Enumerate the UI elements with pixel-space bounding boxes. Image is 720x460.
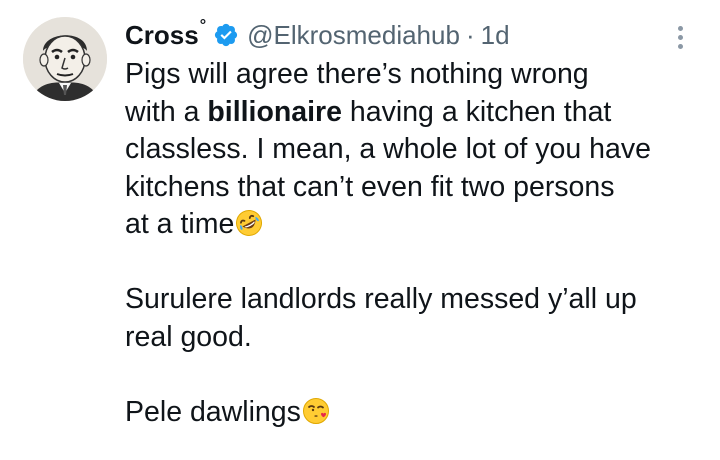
bold-word: billionaire bbox=[207, 95, 342, 128]
verified-badge-icon[interactable] bbox=[213, 22, 239, 48]
rolling-on-floor-laughing-emoji bbox=[235, 209, 263, 237]
tweet-line: real good. bbox=[125, 320, 252, 353]
tweet-line: kitchens that can’t even fit two persons bbox=[125, 170, 615, 203]
display-name[interactable]: Cross bbox=[125, 20, 199, 51]
tweet-line: Surulere landlords really messed y’all u… bbox=[125, 283, 637, 315]
tweet-header: Cross ° @Elkrosmediahub · 1d bbox=[125, 14, 690, 56]
separator-dot: · bbox=[465, 19, 475, 50]
timestamp[interactable]: 1d bbox=[481, 20, 510, 51]
tweet-paragraph: Surulere landlords really messed y’all u… bbox=[125, 281, 690, 356]
tweet-line: at a time bbox=[125, 208, 235, 240]
tweet-text: Pigs will agree there’s nothing wrong wi… bbox=[125, 56, 690, 431]
face-blowing-kiss-emoji bbox=[302, 397, 330, 425]
tweet-line: Pele dawlings bbox=[125, 395, 301, 428]
display-name-mark: ° bbox=[199, 17, 207, 34]
user-handle[interactable]: @Elkrosmediahub bbox=[247, 20, 460, 51]
tweet-line: Pigs will agree there’s nothing wrong bbox=[125, 58, 589, 90]
avatar[interactable] bbox=[23, 17, 107, 101]
tweet-line: classless. I mean, a whole lot of you ha… bbox=[125, 133, 651, 165]
tweet-content: Cross ° @Elkrosmediahub · 1d Pigs will ag… bbox=[125, 14, 690, 431]
tweet-paragraph: Pigs will agree there’s nothing wrong wi… bbox=[125, 56, 690, 244]
more-options-icon[interactable] bbox=[670, 26, 690, 56]
tweet[interactable]: Cross ° @Elkrosmediahub · 1d Pigs will ag… bbox=[0, 0, 720, 460]
tweet-line: with a bbox=[125, 95, 208, 128]
tweet-paragraph: Pele dawlings bbox=[125, 394, 690, 432]
tweet-line: having a kitchen that bbox=[342, 95, 612, 128]
